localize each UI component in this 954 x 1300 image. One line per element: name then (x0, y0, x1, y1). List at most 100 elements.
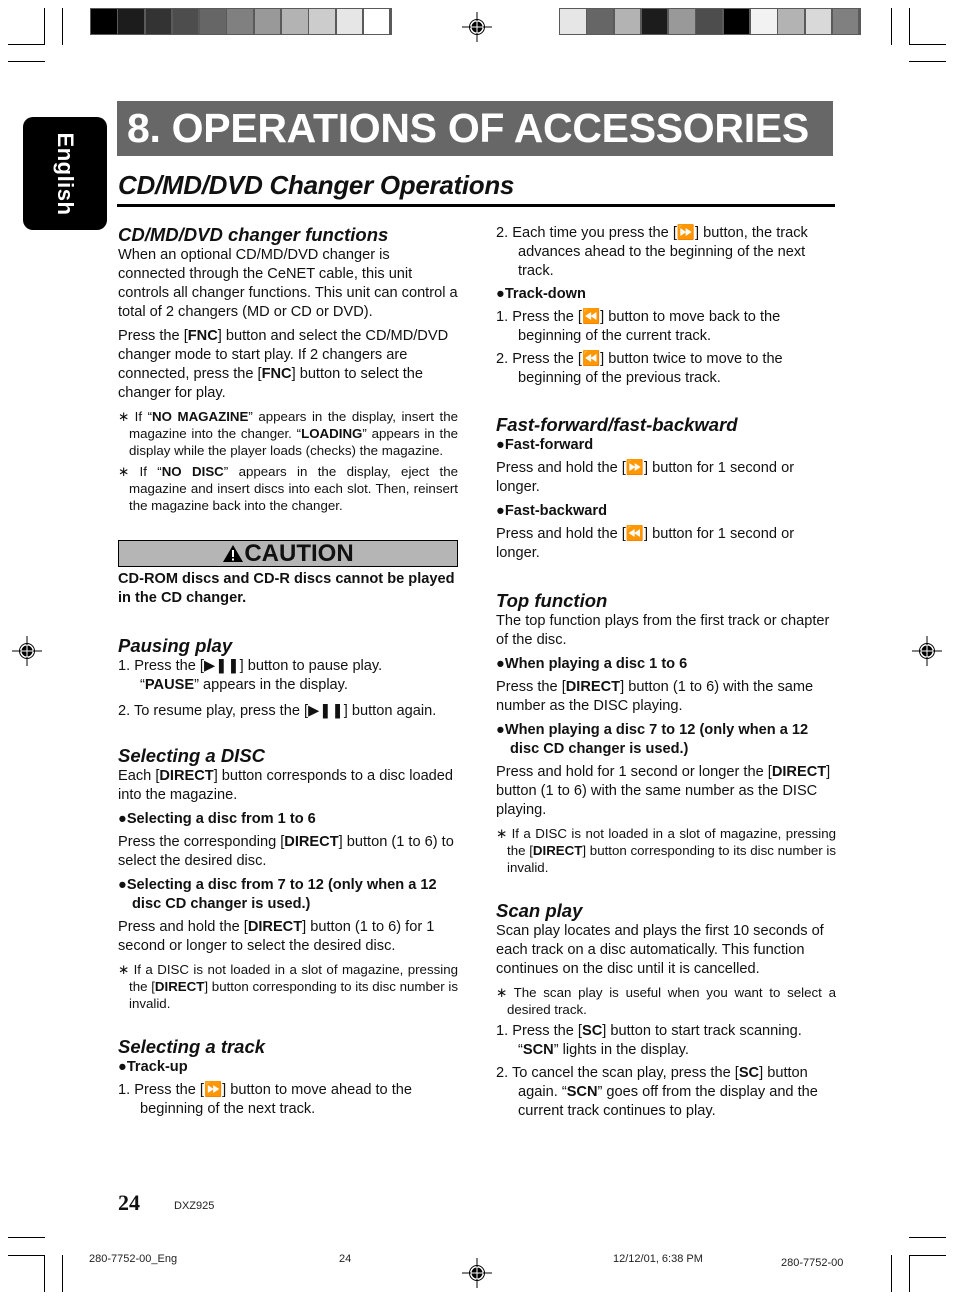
top-disc-7-12-text: Press and hold for 1 second or longer th… (496, 764, 831, 818)
bullet-track-down: ●Track-down (496, 286, 586, 302)
top-disc-1-6-text: Press the [DIRECT] button (1 to 6) with … (496, 679, 814, 714)
crop-mark (8, 1237, 45, 1238)
track-down-step-1: 1. Press the [⏪] button to move back to … (496, 309, 781, 344)
language-tab: English (23, 117, 107, 230)
registration-mark-icon (912, 636, 942, 666)
caution-box: CAUTION (118, 540, 458, 567)
color-swatch (118, 9, 144, 34)
heading-scan-play: Scan play (496, 900, 583, 921)
color-swatch (309, 9, 335, 34)
crop-mark (62, 8, 63, 45)
scan-intro: Scan play locates and plays the first 10… (496, 923, 824, 977)
fnc-paragraph: Press the [FNC] button and select the CD… (118, 328, 449, 401)
heading-top-function: Top function (496, 590, 608, 611)
registration-mark-icon (462, 12, 492, 42)
scan-step-2: 2. To cancel the scan play, press the [S… (496, 1065, 818, 1119)
crop-mark (62, 1255, 63, 1292)
section-divider (117, 204, 835, 207)
color-swatch (587, 9, 613, 34)
fast-forward-text: Press and hold the [⏩] button for 1 seco… (496, 460, 795, 495)
top-function-intro: The top function plays from the first tr… (496, 613, 830, 648)
right-column: 2. Each time you press the [⏩] button, t… (496, 224, 836, 1125)
heading-fast-forward-backward: Fast-forward/fast-backward (496, 414, 738, 435)
bullet-fast-backward: ●Fast-backward (496, 503, 608, 519)
scan-step-1: 1. Press the [SC] button to start track … (496, 1023, 802, 1058)
crop-mark (8, 61, 45, 62)
print-timestamp: 12/12/01, 6:38 PM (613, 1253, 703, 1265)
color-swatch (336, 9, 363, 34)
file-name: 280-7752-00_Eng (89, 1253, 178, 1265)
bullet-playing-disc-1-6: ●When playing a disc 1 to 6 (496, 656, 688, 672)
crop-mark (909, 1237, 946, 1238)
left-column: CD/MD/DVD changer functions When an opti… (118, 224, 458, 1123)
color-swatch (282, 9, 308, 34)
heading-changer-functions: CD/MD/DVD changer functions (118, 224, 389, 245)
track-up-step-1: 1. Press the [⏩] button to move ahead to… (118, 1082, 413, 1117)
track-down-step-2: 2. Press the [⏪] button twice to move to… (496, 351, 783, 386)
color-swatch (145, 9, 172, 34)
heading-pausing-play: Pausing play (118, 635, 233, 656)
note-no-magazine: ∗ If “NO MAGAZINE” appears in the displa… (118, 409, 458, 458)
crop-mark (8, 44, 45, 45)
note-top-disc-not-loaded: ∗ If a DISC is not loaded in a slot of m… (496, 826, 836, 875)
color-swatch (254, 9, 281, 34)
color-swatch (363, 9, 390, 34)
crop-mark (891, 1255, 892, 1292)
disc-1-6-text: Press the corresponding [DIRECT] button … (118, 834, 454, 869)
color-swatch (696, 9, 722, 34)
color-swatch (614, 9, 641, 34)
part-number: 280-7752-00 (781, 1257, 844, 1269)
color-calibration-bar-right (559, 8, 861, 35)
bullet-playing-disc-7-12: ●When playing a disc 7 to 12 (only when … (496, 722, 809, 757)
color-swatch (172, 9, 199, 34)
note-disc-not-loaded: ∗ If a DISC is not loaded in a slot of m… (118, 962, 458, 1011)
fast-backward-text: Press and hold the [⏪] button for 1 seco… (496, 526, 795, 561)
color-swatch (641, 9, 668, 34)
registration-mark-icon (12, 636, 42, 666)
note-no-disc: ∗ If “NO DISC” appears in the display, e… (118, 464, 458, 513)
crop-mark (909, 1255, 910, 1292)
heading-selecting-disc: Selecting a DISC (118, 745, 266, 766)
note-scan-useful: ∗ The scan play is useful when you want … (496, 985, 836, 1017)
caution-label: CAUTION (244, 540, 354, 567)
bullet-track-up: ●Track-up (118, 1059, 188, 1075)
crop-mark (8, 1255, 45, 1256)
color-swatch (669, 9, 695, 34)
crop-mark (909, 8, 910, 45)
model-name: DXZ925 (174, 1200, 215, 1212)
color-swatch (723, 9, 750, 34)
color-swatch (778, 9, 804, 34)
pause-step-2: 2. To resume play, press the [▶❚❚] butto… (118, 703, 437, 719)
direct-intro: Each [DIRECT] button corresponds to a di… (118, 768, 454, 803)
intro-paragraph: When an optional CD/MD/DVD changer is co… (118, 247, 458, 320)
color-calibration-bar-left (90, 8, 392, 35)
crop-mark (44, 1255, 45, 1292)
registration-mark-icon (462, 1258, 492, 1288)
crop-mark (44, 8, 45, 45)
color-swatch (91, 9, 117, 34)
color-swatch (832, 9, 859, 34)
warning-icon (223, 545, 244, 562)
chapter-title: 8. OPERATIONS OF ACCESSORIES (117, 101, 833, 156)
crop-mark (909, 1255, 946, 1256)
section-title: CD/MD/DVD Changer Operations (118, 170, 515, 200)
color-swatch (200, 9, 226, 34)
caution-text: CD-ROM discs and CD-R discs cannot be pl… (118, 571, 455, 606)
bullet-fast-forward: ●Fast-forward (496, 437, 594, 453)
sheet-number: 24 (339, 1253, 352, 1265)
track-up-step-2: 2. Each time you press the [⏩] button, t… (496, 225, 808, 279)
crop-mark (909, 44, 946, 45)
bullet-disc-1-6: ●Selecting a disc from 1 to 6 (118, 811, 316, 827)
crop-mark (909, 61, 946, 62)
disc-7-12-text: Press and hold the [DIRECT] button (1 to… (118, 919, 435, 954)
color-swatch (227, 9, 253, 34)
color-swatch (751, 9, 777, 34)
crop-mark (891, 8, 892, 45)
page-number: 24 (118, 1190, 140, 1215)
pause-step-1: 1. Press the [▶❚❚] button to pause play.… (118, 658, 383, 693)
language-tab-label: English (53, 132, 78, 215)
color-swatch (560, 9, 586, 34)
color-swatch (805, 9, 832, 34)
heading-selecting-track: Selecting a track (118, 1036, 266, 1057)
bullet-disc-7-12: ●Selecting a disc from 7 to 12 (only whe… (118, 877, 437, 912)
